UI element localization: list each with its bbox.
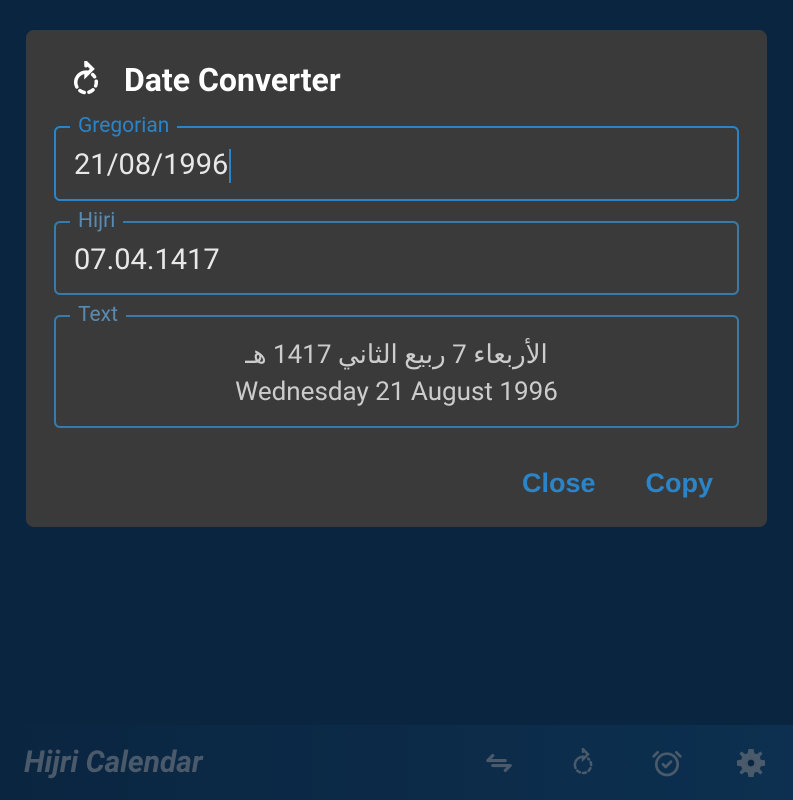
- english-date-text: Wednesday 21 August 1996: [74, 374, 719, 410]
- dialog-actions: Close Copy: [54, 468, 739, 499]
- text-cursor: [229, 149, 231, 183]
- refresh-nav-icon[interactable]: [565, 745, 601, 781]
- swap-icon[interactable]: [481, 745, 517, 781]
- text-label: Text: [70, 303, 126, 327]
- refresh-icon[interactable]: [66, 60, 106, 100]
- app-title: Hijri Calendar: [24, 745, 203, 780]
- arabic-date-text: الأربعاء 7 ربيع الثاني 1417 هـ: [74, 337, 719, 373]
- dialog-title: Date Converter: [124, 61, 341, 99]
- copy-button[interactable]: Copy: [646, 468, 714, 499]
- date-converter-dialog: Date Converter Gregorian 21/08/1996 Hijr…: [26, 30, 767, 527]
- text-content: الأربعاء 7 ربيع الثاني 1417 هـ Wednesday…: [74, 337, 719, 410]
- hijri-label: Hijri: [70, 209, 123, 233]
- gregorian-field-group[interactable]: Gregorian 21/08/1996: [54, 126, 739, 201]
- hijri-field-group[interactable]: Hijri 07.04.1417: [54, 221, 739, 295]
- gregorian-input[interactable]: 21/08/1996: [74, 148, 719, 183]
- dialog-header: Date Converter: [54, 60, 739, 100]
- gregorian-label: Gregorian: [70, 114, 177, 138]
- close-button[interactable]: Close: [522, 468, 596, 499]
- alarm-icon[interactable]: [649, 745, 685, 781]
- gear-icon[interactable]: [733, 745, 769, 781]
- bottom-navigation-bar: Hijri Calendar: [0, 725, 793, 800]
- hijri-input[interactable]: 07.04.1417: [74, 243, 719, 277]
- bottom-icons-group: [481, 745, 769, 781]
- text-field-group: Text الأربعاء 7 ربيع الثاني 1417 هـ Wedn…: [54, 315, 739, 428]
